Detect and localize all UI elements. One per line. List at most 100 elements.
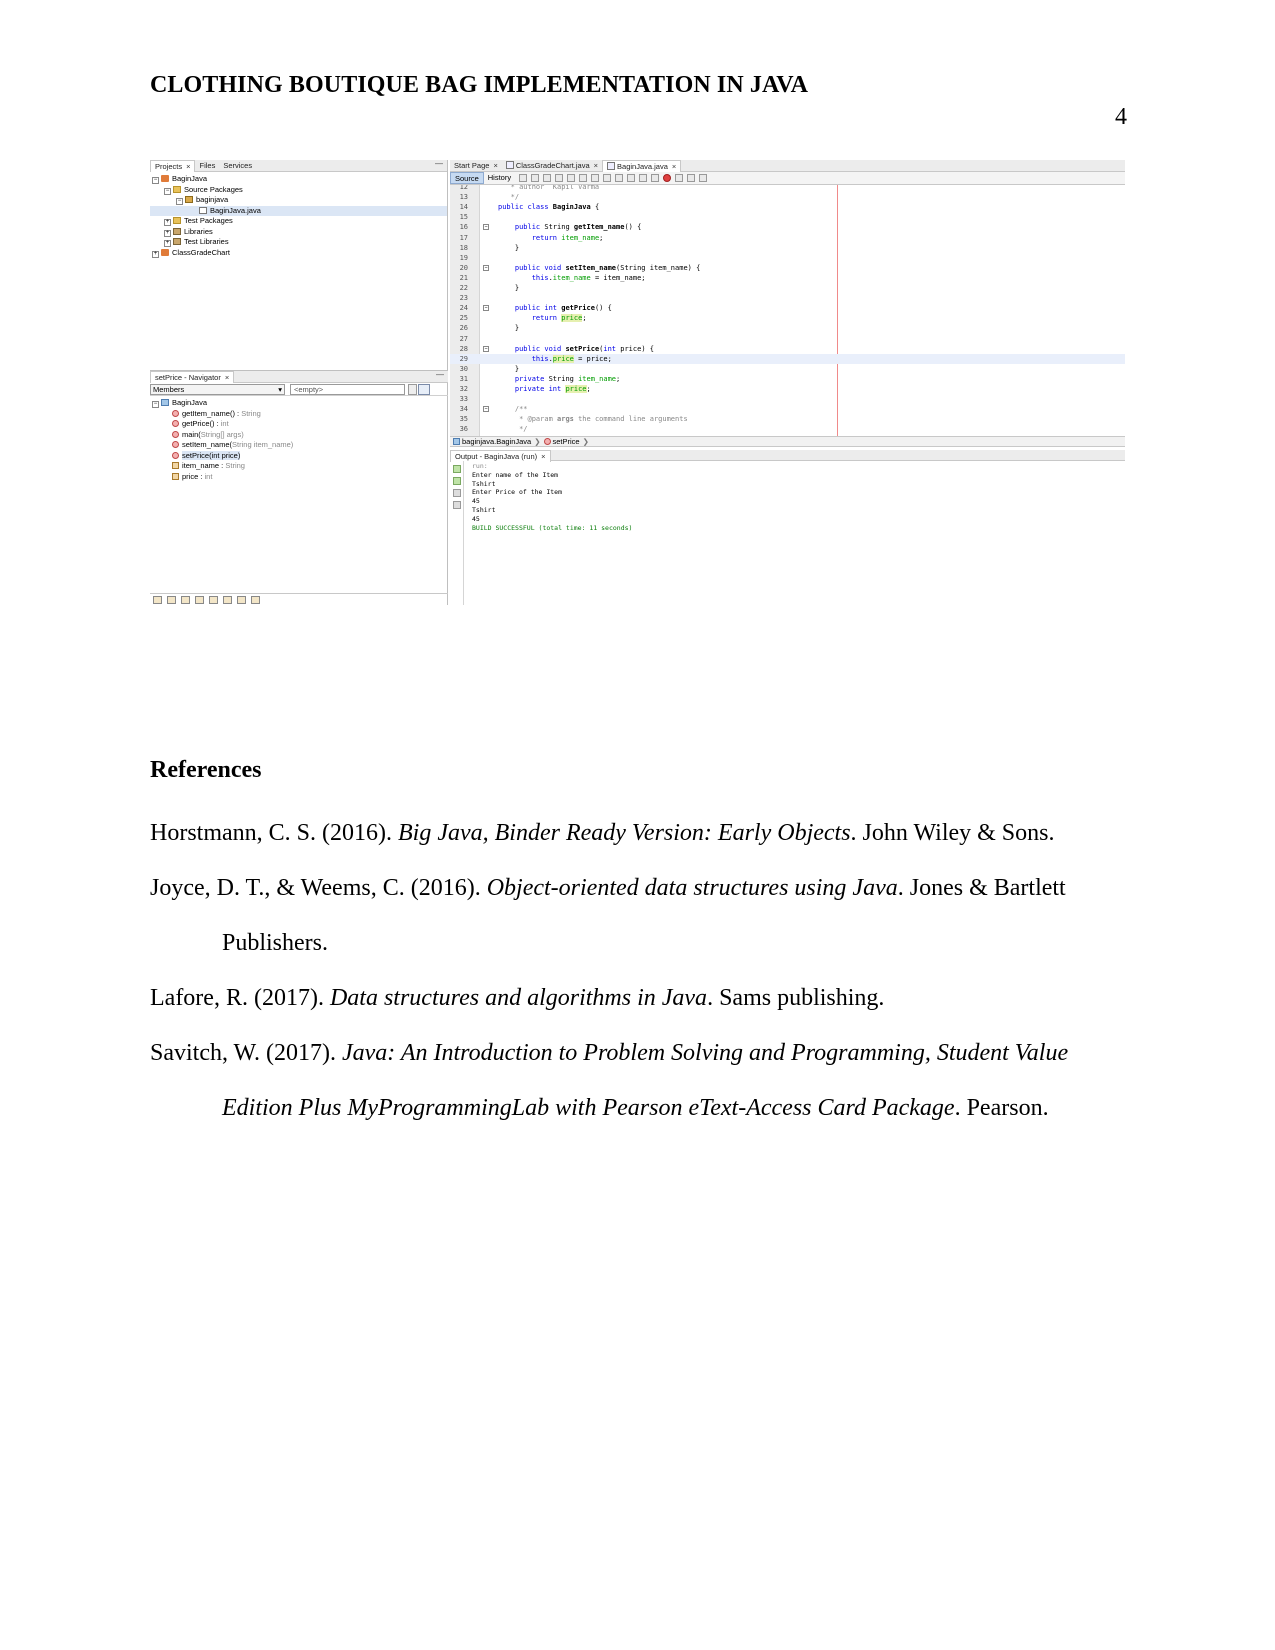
- fold-icon[interactable]: −: [483, 264, 489, 271]
- tab-files[interactable]: Files: [195, 160, 219, 172]
- right-pane: Start Page × ClassGradeChart.java × BaginJav…: [450, 160, 1125, 605]
- code-text: this.price = price;: [531, 354, 612, 363]
- back-icon[interactable]: [531, 174, 540, 182]
- navigator-member[interactable]: setPrice(int price): [150, 450, 448, 462]
- filter-icon[interactable]: [209, 596, 218, 604]
- tree-node[interactable]: − BaginJava: [150, 174, 447, 185]
- filter-icon[interactable]: [167, 596, 176, 604]
- navigator-member[interactable]: main(String[] args): [150, 430, 448, 441]
- collapse-icon[interactable]: −: [176, 198, 183, 205]
- member-type: int: [220, 419, 229, 428]
- tree-node[interactable]: − baginjava: [150, 195, 447, 206]
- filter-icon[interactable]: [223, 596, 232, 604]
- tree-node[interactable]: BaginJava.java: [150, 205, 447, 216]
- toggle-highlight-icon[interactable]: [591, 174, 600, 182]
- tab-classgradechart[interactable]: ClassGradeChart.java ×: [502, 160, 602, 172]
- collapse-icon[interactable]: −: [152, 177, 159, 184]
- members-select[interactable]: Members ▾: [150, 384, 285, 395]
- method-icon: [172, 430, 179, 438]
- output-console[interactable]: run: Enter name of the Item Tshirt Enter Pr…: [472, 462, 632, 532]
- code-text: public class BaginJava {: [498, 203, 600, 212]
- tree-node[interactable]: − Source Packages: [150, 185, 447, 196]
- tab-output[interactable]: Output - BaginJava (run) ×: [450, 450, 551, 462]
- line-number: 26: [459, 324, 468, 333]
- tree-node[interactable]: + Test Libraries: [150, 237, 447, 248]
- package-icon: [185, 196, 193, 203]
- reference-publisher: . Pearson.: [954, 1095, 1049, 1121]
- code-line: 22 }: [450, 283, 1125, 293]
- navigator-class-node[interactable]: − BaginJava: [150, 398, 448, 409]
- expand-icon[interactable]: +: [164, 219, 171, 226]
- fold-icon[interactable]: −: [483, 305, 489, 312]
- expand-icon[interactable]: +: [164, 229, 171, 237]
- shift-right-icon[interactable]: [651, 174, 660, 182]
- tab-baginjava[interactable]: BaginJava.java ×: [602, 160, 682, 172]
- rerun-icon[interactable]: [453, 465, 461, 473]
- filter-icon[interactable]: [181, 596, 190, 604]
- code-line: 29 this.price = price;: [450, 353, 1125, 364]
- reference-authors: Joyce, D. T., & Weems, C. (2016).: [150, 875, 487, 901]
- filter-input[interactable]: <empty>: [290, 384, 405, 395]
- navigator-member[interactable]: item_name : String: [150, 461, 448, 472]
- navigator-member[interactable]: getPrice() : int: [150, 419, 448, 430]
- minimize-button[interactable]: —: [435, 159, 443, 168]
- forward-icon[interactable]: [543, 174, 552, 182]
- navigator-member[interactable]: setItem_name(String item_name): [150, 440, 448, 451]
- shift-left-icon[interactable]: [639, 174, 648, 182]
- tab-navigator[interactable]: setPrice - Navigator ×: [150, 371, 235, 383]
- search-icon[interactable]: [555, 174, 564, 182]
- references-heading: References: [150, 757, 262, 783]
- tab-services[interactable]: Services: [219, 160, 256, 172]
- fold-icon[interactable]: −: [483, 345, 489, 352]
- line-number: 30: [459, 364, 468, 373]
- history-button[interactable]: History: [484, 172, 515, 184]
- filter-icon[interactable]: [251, 596, 260, 604]
- reference-entry: Lafore, R. (2017). Data structures and a…: [150, 971, 1125, 1026]
- last-edit-icon[interactable]: [519, 174, 528, 182]
- code-editor[interactable]: 12 * author Kapil Varma 13 */14 public cla…: [450, 185, 1125, 436]
- next-bookmark-icon[interactable]: [627, 174, 636, 182]
- filter-icon[interactable]: [195, 596, 204, 604]
- settings-icon[interactable]: [453, 501, 461, 509]
- fold-icon[interactable]: −: [483, 406, 489, 413]
- fold-icon[interactable]: −: [483, 224, 489, 231]
- tab-projects[interactable]: Projects ×: [150, 160, 196, 172]
- stop-icon[interactable]: [453, 489, 461, 497]
- output-line: run:: [472, 462, 488, 470]
- tree-node[interactable]: + ClassGradeChart: [150, 248, 447, 259]
- method-icon: [172, 420, 179, 427]
- navigator-minimize-button[interactable]: —: [436, 370, 444, 379]
- project-tree: − BaginJava − Source Packages − baginjava Bagi…: [150, 172, 447, 260]
- tree-node[interactable]: + Libraries: [150, 227, 447, 238]
- line-number: 36: [459, 425, 468, 434]
- navigator-member[interactable]: getItem_name() : String: [150, 409, 448, 420]
- previous-bookmark-icon[interactable]: [615, 174, 624, 182]
- find-previous-icon[interactable]: [567, 174, 576, 182]
- stop-macro-icon[interactable]: [675, 174, 684, 182]
- code-line: 19: [450, 253, 1125, 263]
- tab-start-page[interactable]: Start Page ×: [450, 160, 502, 172]
- collapse-icon[interactable]: −: [164, 187, 171, 195]
- source-button[interactable]: Source: [450, 172, 484, 184]
- navigator-member[interactable]: price : int: [150, 472, 448, 483]
- breadcrumb-class[interactable]: baginjava.BaginJava: [462, 437, 531, 446]
- filter-dropdown-button[interactable]: [408, 384, 417, 395]
- output-actions: [450, 461, 464, 605]
- find-next-icon[interactable]: [579, 174, 588, 182]
- filter-icon[interactable]: [418, 384, 430, 395]
- record-macro-icon[interactable]: [663, 174, 672, 182]
- expand-icon[interactable]: +: [164, 240, 171, 247]
- expand-icon[interactable]: +: [152, 250, 159, 258]
- filter-icon[interactable]: [237, 596, 246, 604]
- output-line: 45: [472, 497, 480, 506]
- method-icon: [172, 451, 179, 459]
- projects-tabbar: Projects × Files Services —: [150, 159, 447, 172]
- toggle-bookmark-icon[interactable]: [603, 174, 612, 182]
- rerun-with-params-icon[interactable]: [453, 477, 461, 485]
- breadcrumb-method[interactable]: setPrice: [553, 437, 580, 446]
- collapse-icon[interactable]: −: [152, 401, 159, 408]
- comment-icon[interactable]: [687, 174, 696, 182]
- uncomment-icon[interactable]: [699, 174, 708, 182]
- tree-node[interactable]: + Test Packages: [150, 216, 447, 227]
- filter-icon[interactable]: [153, 596, 162, 604]
